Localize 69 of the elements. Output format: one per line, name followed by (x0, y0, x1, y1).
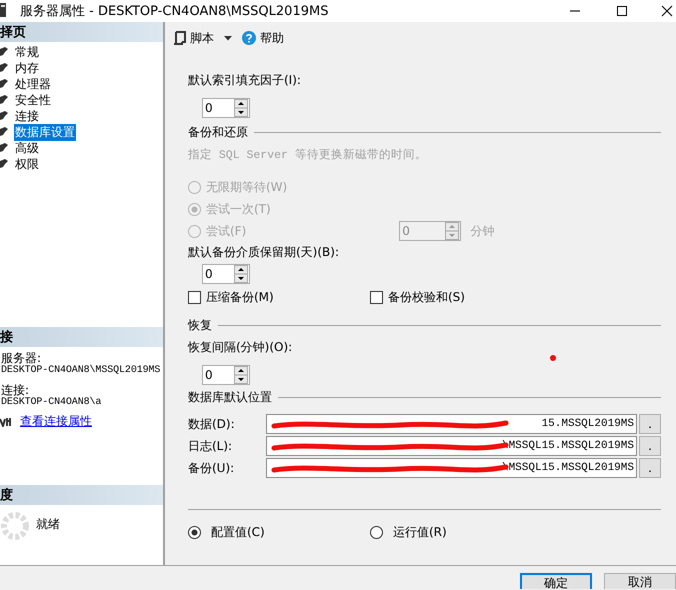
wrench-icon (0, 46, 9, 58)
window-title: 服务器属性 - DESKTOP-CN4OAN8\MSSQL2019MS (20, 3, 328, 20)
wrench-icon (0, 126, 9, 138)
browse-button[interactable]: . (639, 414, 661, 434)
radio-label: 配置值(C) (211, 524, 265, 540)
page-item[interactable]: 内存 (14, 60, 40, 76)
number-field[interactable]: 0 (202, 98, 250, 118)
wrench-icon (0, 158, 9, 170)
radio-label: 尝试一次(T) (206, 200, 271, 218)
page-item[interactable]: 处理器 (14, 76, 52, 92)
checkbox-label: 压缩备份(M) (206, 288, 274, 306)
app-icon (0, 3, 6, 17)
section-header: 择页 (0, 22, 163, 42)
page-item[interactable]: 常规 (14, 44, 40, 60)
wrench-icon (0, 110, 9, 122)
field-label: 默认备份介质保留期(天)(B): (188, 244, 340, 260)
section-header: 接 (0, 327, 163, 347)
marker-dot (550, 355, 556, 361)
section-header: 度 (0, 485, 163, 505)
radio-label: 尝试(F) (206, 222, 246, 240)
number-field[interactable]: 0 (202, 365, 250, 385)
server-label: 服务器: (0, 351, 42, 365)
wrench-icon (0, 78, 9, 90)
wrench-icon (0, 62, 9, 74)
radio-button[interactable] (188, 526, 201, 538)
connection-name: DESKTOP-CN4OAN8\a (0, 397, 102, 408)
path-label: 日志(L): (188, 438, 234, 454)
field-label: 默认索引填充因子(I): (188, 72, 302, 88)
spin-arrows-icon[interactable] (234, 265, 248, 283)
spin-arrows-icon[interactable] (234, 99, 248, 117)
browse-button[interactable]: . (639, 436, 661, 456)
page-item[interactable]: 安全性 (14, 92, 52, 108)
caret-icon[interactable] (224, 36, 232, 40)
spinner-icon (0, 510, 30, 542)
connection-properties-link[interactable]: 查看连接属性 (20, 413, 92, 430)
page-item[interactable]: 连接 (14, 108, 40, 124)
hint-text: 指定 SQL Server 等待更换新磁带的时间。 (188, 147, 427, 162)
status-text: 就绪 (36, 516, 60, 533)
path-field[interactable]: \MSSQL15.MSSQL2019MS (266, 436, 637, 456)
close-icon[interactable] (661, 5, 673, 17)
help-icon[interactable] (242, 31, 256, 45)
group-title: 恢复 (188, 316, 212, 334)
spin-arrows-icon[interactable] (234, 366, 248, 384)
path-label: 备份(U): (188, 460, 236, 476)
checkbox-label: 备份校验和(S) (388, 288, 465, 306)
field-label: 恢复间隔(分钟)(O): (188, 338, 294, 356)
radio-label: 运行值(R) (393, 524, 447, 540)
browse-button[interactable]: . (639, 458, 661, 478)
wrench-icon (0, 142, 9, 154)
path-label: 数据(D): (188, 416, 236, 432)
script-icon[interactable] (173, 31, 186, 45)
connection-label: 连接: (0, 383, 30, 397)
help-button[interactable]: 帮助 (260, 30, 284, 46)
script-button[interactable]: 脚本 (190, 30, 214, 46)
maximize-icon[interactable] (616, 5, 628, 17)
page-item[interactable]: 权限 (14, 156, 40, 172)
page-item[interactable]: 数据库设置 (14, 124, 76, 140)
path-field[interactable]: \MSSQL15.MSSQL2019MS (266, 458, 637, 478)
radio-label: 无限期等待(W) (206, 178, 288, 196)
ok-button[interactable]: 确定 (520, 573, 592, 589)
unit-label: 分钟 (470, 222, 494, 240)
group-title: 数据库默认位置 (188, 388, 272, 406)
path-field[interactable]: 15.MSSQL2019MS (266, 414, 637, 434)
cancel-button[interactable]: 取消 (604, 573, 676, 589)
server-name: DESKTOP-CN4OAN8\MSSQL2019MS (0, 365, 162, 376)
radio-button[interactable] (370, 526, 383, 538)
wrench-icon (0, 94, 9, 106)
group-title: 备份和还原 (188, 124, 248, 140)
page-item[interactable]: 高级 (14, 140, 40, 156)
